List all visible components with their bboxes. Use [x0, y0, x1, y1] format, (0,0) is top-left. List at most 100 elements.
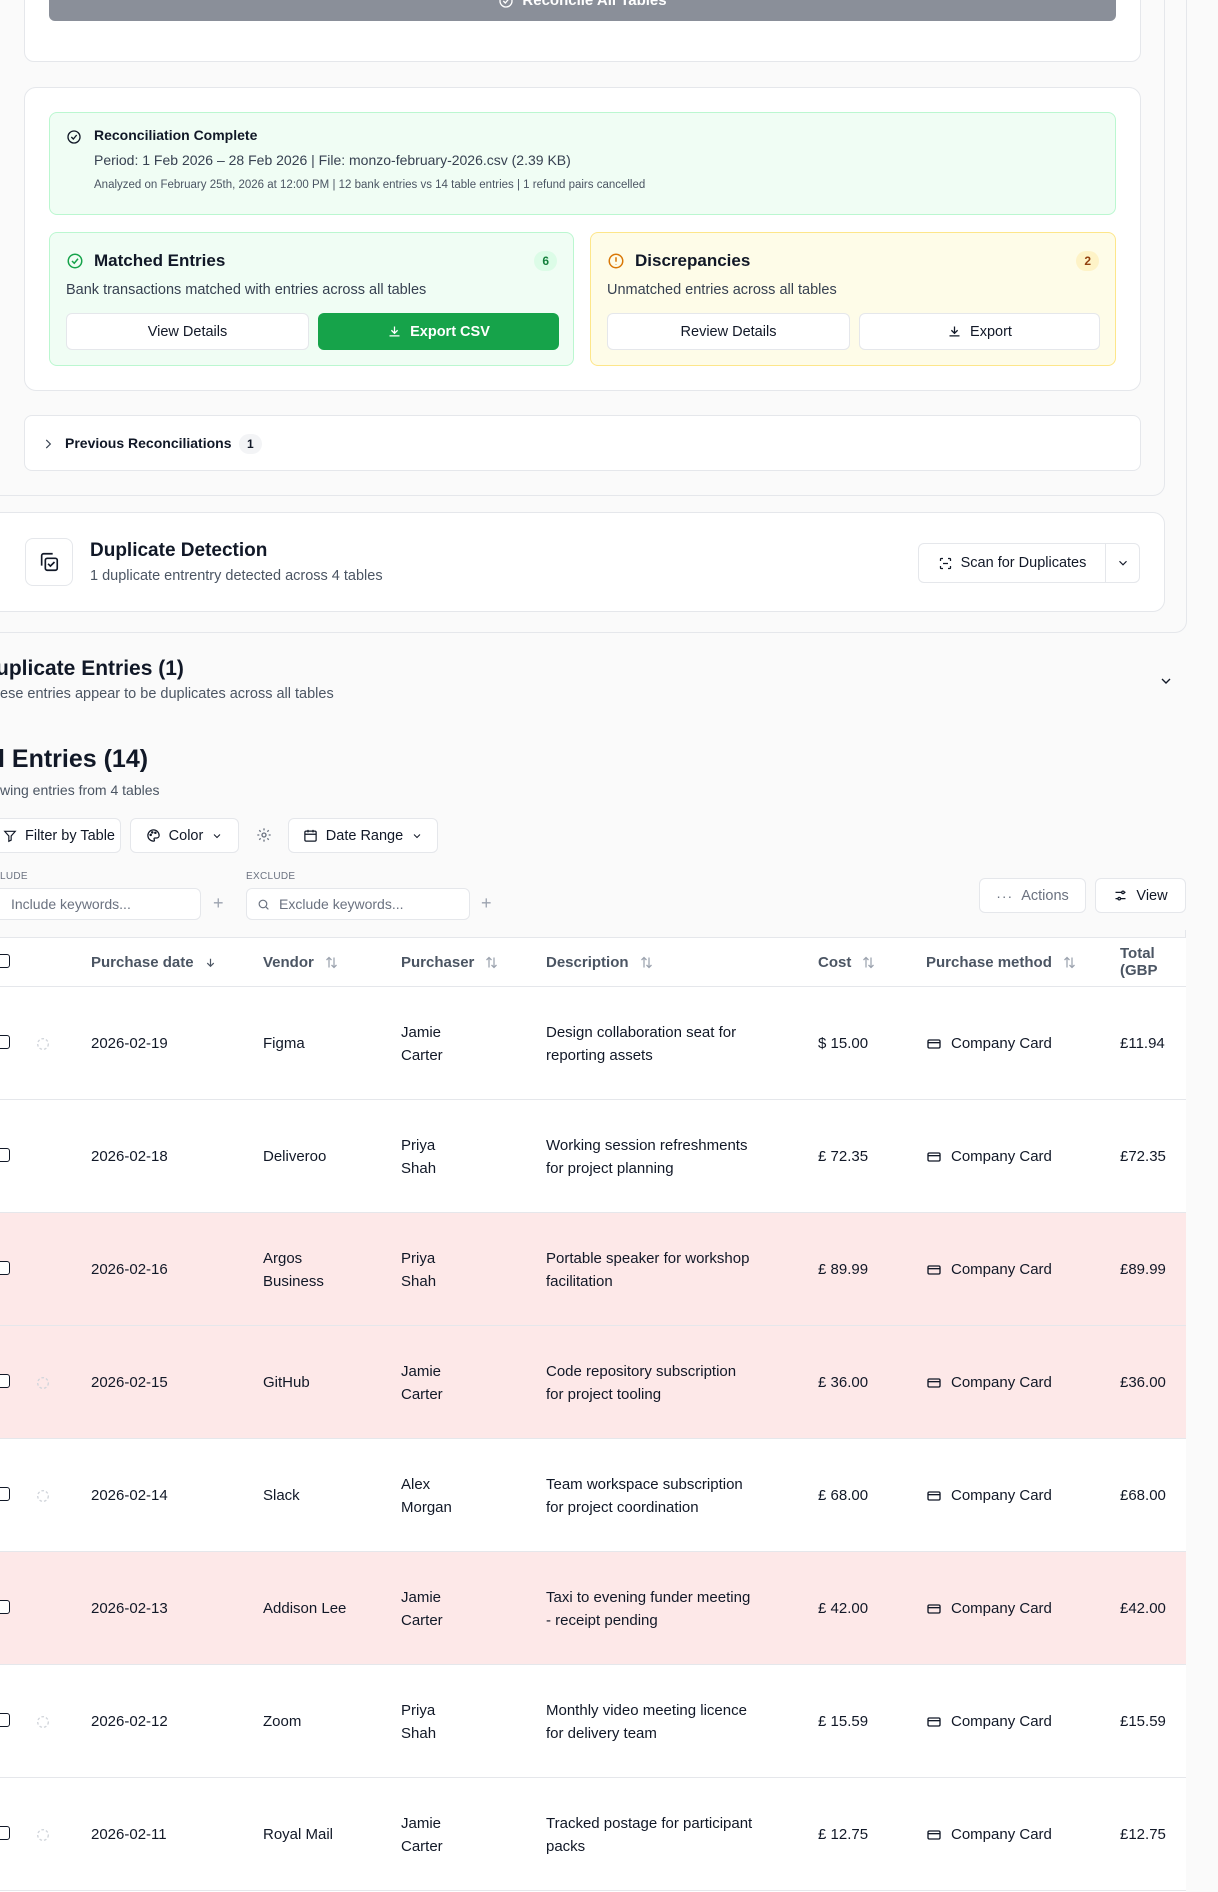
include-label: LUDE: [0, 871, 28, 882]
palette-icon: [147, 829, 160, 842]
cost-cell: £ 89.99: [818, 1261, 869, 1278]
vendor-cell: Addison Lee: [263, 1600, 347, 1617]
row-checkbox[interactable]: [0, 1147, 10, 1162]
search-icon: [258, 899, 269, 910]
description-cell: Working session refreshments for project…: [546, 1137, 748, 1177]
total-cell: £15.59: [1120, 1713, 1166, 1730]
credit-card-icon: [927, 1038, 941, 1049]
chevron-down-icon: [413, 833, 421, 838]
table-row[interactable]: 2026-02-14 Slack Alex Morgan Team workspace…: [0, 1439, 1186, 1552]
loading-spinner-icon: [37, 1489, 49, 1502]
credit-card-icon: [927, 1829, 941, 1840]
total-cell: £68.00: [1120, 1487, 1166, 1504]
gear-icon[interactable]: [256, 827, 272, 843]
vendor-cell: Zoom: [263, 1713, 302, 1730]
purchaser-cell: Alex Morgan: [401, 1476, 452, 1516]
purchaser-cell: Jamie Carter: [401, 1815, 443, 1855]
purchase-method-label: Company Card: [951, 1035, 1052, 1052]
purchaser-cell: Jamie Carter: [401, 1363, 443, 1403]
all-entries-title: l Entries (14): [0, 745, 149, 773]
duplicate-entries-subtitle: ese entries appear to be duplicates acro…: [0, 686, 334, 702]
date-range-dropdown[interactable]: Date Range: [288, 818, 438, 853]
cost-cell: £ 68.00: [818, 1487, 869, 1504]
column-description[interactable]: Description: [546, 938, 654, 986]
loading-spinner-icon: [37, 1828, 49, 1841]
column-purchase-date-label: Purchase date: [91, 953, 194, 971]
more-horizontal-icon: ···: [996, 887, 1014, 904]
exclude-label: EXCLUDE: [246, 871, 296, 882]
purchase-method-cell: Company Card: [926, 1597, 1052, 1620]
purchase-method-label: Company Card: [951, 1713, 1052, 1730]
credit-card-icon: [927, 1151, 941, 1162]
column-purchase-date[interactable]: Purchase date: [91, 938, 217, 986]
all-entries-subtitle: wing entries from 4 tables: [0, 782, 160, 798]
row-checkbox[interactable]: [0, 1486, 10, 1501]
select-all-checkbox[interactable]: [0, 954, 10, 968]
add-include-keyword-button[interactable]: +: [213, 894, 224, 912]
actions-button[interactable]: ··· Actions: [979, 878, 1086, 913]
table-row[interactable]: 2026-02-15 GitHub Jamie Carter Code reposit…: [0, 1326, 1186, 1439]
description-cell: Code repository subscription for project…: [546, 1363, 737, 1403]
sort-icon: [486, 956, 498, 968]
include-placeholder: Include keywords...: [11, 896, 131, 912]
column-cost-label: Cost: [818, 953, 852, 971]
row-checkbox[interactable]: [0, 1260, 10, 1275]
column-purchase-method[interactable]: Purchase method: [926, 938, 1077, 986]
purchase-method-cell: Company Card: [926, 1484, 1052, 1507]
date-range-label: Date Range: [325, 827, 404, 844]
loading-spinner-icon: [37, 1037, 49, 1050]
purchase-date-cell: 2026-02-19: [91, 1035, 168, 1052]
purchaser-cell: Priya Shah: [401, 1137, 437, 1177]
purchaser-cell: Jamie Carter: [401, 1024, 443, 1064]
row-checkbox[interactable]: [0, 1599, 10, 1614]
row-checkbox[interactable]: [0, 1373, 10, 1388]
sort-icon: [1063, 956, 1075, 968]
total-cell: £72.35: [1120, 1148, 1166, 1165]
total-cell: £42.00: [1120, 1600, 1166, 1617]
purchase-date-cell: 2026-02-13: [91, 1600, 168, 1617]
view-options-label: View: [1136, 887, 1168, 904]
table-row[interactable]: 2026-02-19 Figma Jamie Carter Design collab…: [0, 987, 1186, 1100]
cost-cell: £ 15.59: [818, 1713, 869, 1730]
vendor-cell: Deliveroo: [263, 1148, 327, 1165]
column-purchase-method-label: Purchase method: [926, 953, 1052, 971]
column-total[interactable]: Total (GBP: [1120, 938, 1186, 986]
total-cell: £89.99: [1120, 1261, 1166, 1278]
credit-card-icon: [927, 1716, 941, 1727]
column-purchaser[interactable]: Purchaser: [401, 938, 499, 986]
vendor-cell: Slack: [263, 1487, 300, 1504]
table-row[interactable]: 2026-02-13 Addison Lee Jamie Carter Taxi to…: [0, 1552, 1186, 1665]
table-row[interactable]: 2026-02-12 Zoom Priya Shah Monthly video me…: [0, 1665, 1186, 1778]
include-keywords-input[interactable]: Include keywords...: [0, 888, 201, 920]
purchase-date-cell: 2026-02-18: [91, 1148, 168, 1165]
arrow-down-icon: [206, 958, 214, 967]
vendor-cell: GitHub: [263, 1374, 310, 1391]
description-cell: Taxi to evening funder meeting - receipt…: [546, 1589, 751, 1629]
table-row[interactable]: 2026-02-18 Deliveroo Priya Shah Working ses…: [0, 1100, 1186, 1213]
purchase-method-label: Company Card: [951, 1826, 1052, 1843]
cost-cell: £ 12.75: [818, 1826, 869, 1843]
table-row[interactable]: 2026-02-16 Argos Business Priya Shah Portab…: [0, 1213, 1186, 1326]
row-checkbox[interactable]: [0, 1034, 10, 1049]
credit-card-icon: [927, 1377, 941, 1388]
filter-by-table-button[interactable]: Filter by Table: [0, 818, 121, 853]
vendor-cell: Figma: [263, 1035, 305, 1052]
credit-card-icon: [927, 1603, 941, 1614]
row-checkbox[interactable]: [0, 1712, 10, 1727]
cost-cell: $ 15.00: [818, 1035, 869, 1052]
chevron-down-icon[interactable]: [1158, 673, 1174, 689]
cost-cell: £ 72.35: [818, 1148, 869, 1165]
exclude-keywords-input[interactable]: Exclude keywords...: [246, 888, 470, 920]
table-row[interactable]: 2026-02-11 Royal Mail Jamie Carter Tracked …: [0, 1778, 1186, 1891]
purchaser-cell: Priya Shah: [401, 1702, 437, 1742]
row-checkbox[interactable]: [0, 1825, 10, 1840]
color-dropdown[interactable]: Color: [130, 818, 239, 853]
view-options-button[interactable]: View: [1095, 878, 1186, 913]
column-vendor[interactable]: Vendor: [263, 938, 339, 986]
purchase-method-cell: Company Card: [926, 1823, 1052, 1846]
column-total-label: Total (GBP: [1120, 945, 1158, 979]
add-exclude-keyword-button[interactable]: +: [481, 894, 492, 912]
purchase-date-cell: 2026-02-12: [91, 1713, 168, 1730]
filter-icon: [3, 830, 17, 842]
column-cost[interactable]: Cost: [818, 938, 876, 986]
